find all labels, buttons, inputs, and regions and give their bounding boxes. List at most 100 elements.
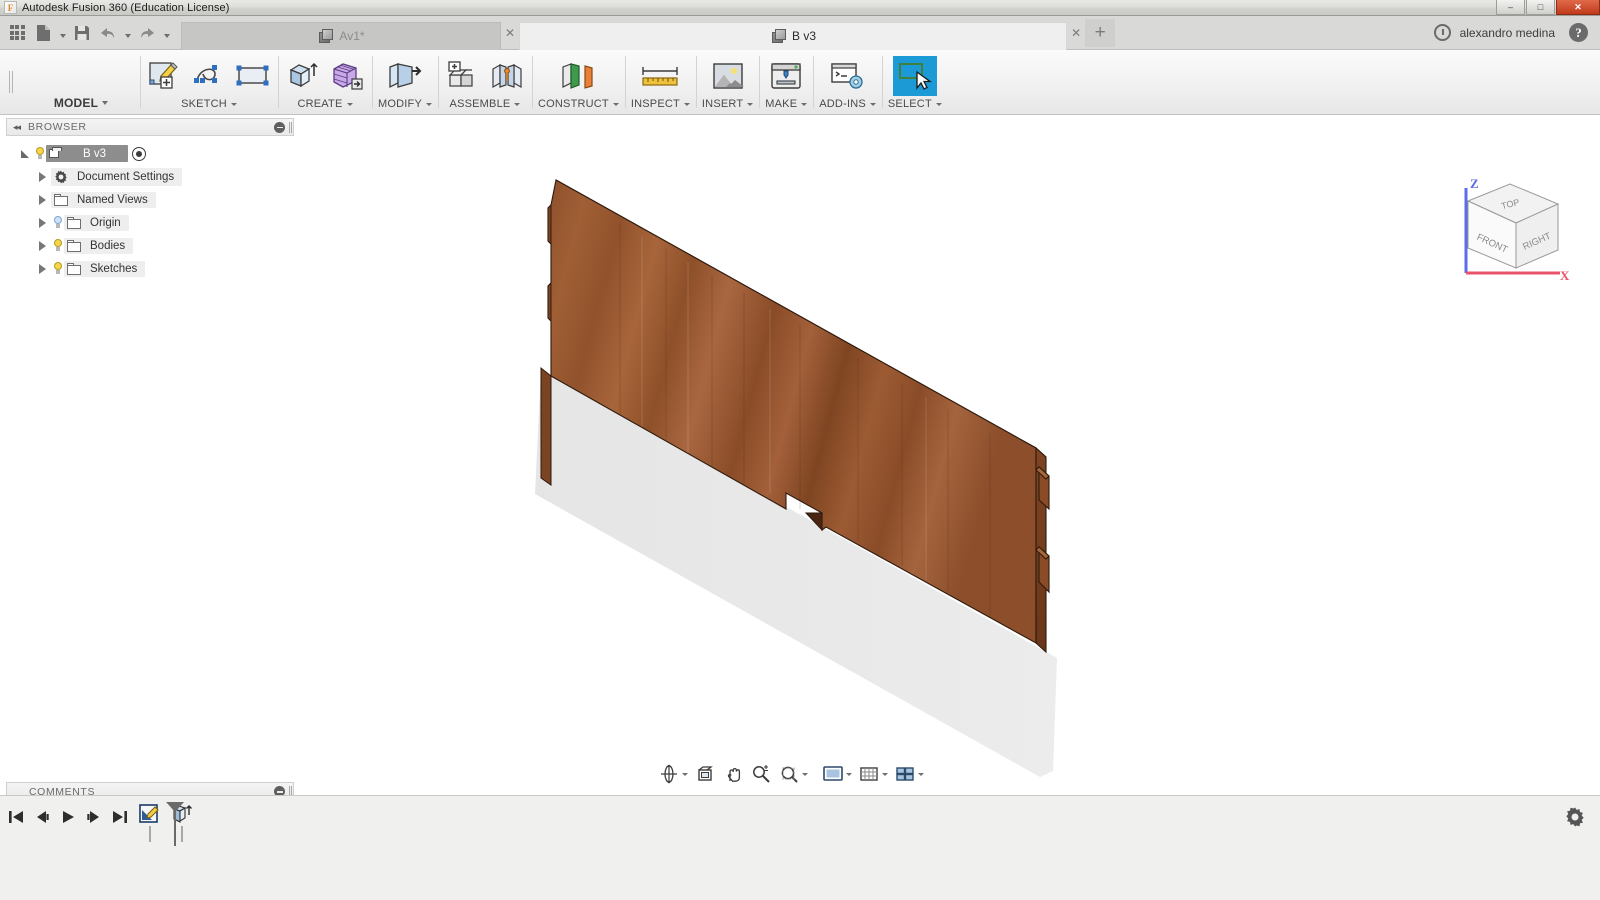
expander-right-icon[interactable]	[34, 217, 51, 228]
save-icon[interactable]	[69, 19, 95, 47]
tree-row-named-views[interactable]: Named Views	[6, 188, 294, 211]
view-cube[interactable]: Z X TOP FRONT RIGHT	[1448, 168, 1578, 288]
display-settings-button[interactable]	[820, 762, 854, 786]
tree-node-named-views[interactable]: Named Views	[51, 191, 156, 208]
account-area: alexandro medina ?	[1425, 16, 1600, 50]
ribbon-panel-label: INSPECT	[630, 98, 680, 110]
ribbon-panel-modify: MODIFY	[372, 50, 438, 114]
grid-snaps-button[interactable]	[856, 762, 890, 786]
close-tab-icon[interactable]: ✕	[501, 27, 519, 39]
expander-down-icon[interactable]	[16, 148, 33, 160]
tree-row-bodies[interactable]: Bodies	[6, 234, 294, 257]
timeline-status-bar	[0, 795, 1600, 900]
browser-resize-grip[interactable]	[289, 121, 290, 133]
tree-row-sketches[interactable]: Sketches	[6, 257, 294, 280]
zoom-window-button[interactable]	[776, 762, 810, 786]
timeline-marker[interactable]	[164, 800, 186, 846]
tree-node-bodies[interactable]: Bodies	[64, 237, 134, 254]
new-document-caret-icon[interactable]	[56, 19, 69, 47]
visibility-bulb-icon[interactable]	[51, 215, 64, 230]
app-grid-icon[interactable]	[4, 19, 30, 47]
3d-print-icon[interactable]	[767, 57, 805, 95]
go-to-end-icon[interactable]	[108, 804, 132, 830]
redo-caret-icon[interactable]	[160, 19, 173, 47]
ribbon-panel-label: CONSTRUCT	[537, 98, 609, 110]
tree-row-document-settings[interactable]: Document Settings	[6, 165, 294, 188]
go-to-beginning-icon[interactable]	[4, 804, 28, 830]
tree-node-document-settings[interactable]: Document Settings	[51, 167, 183, 186]
fusion360-window: F Autodesk Fusion 360 (Education License…	[0, 0, 1600, 900]
zoom-button[interactable]	[748, 762, 774, 786]
clock-icon[interactable]	[1433, 24, 1451, 41]
folder-icon	[67, 239, 81, 252]
visibility-bulb-icon[interactable]	[51, 238, 64, 253]
collapse-browser-icon[interactable]: ◂◂	[13, 122, 21, 133]
ribbon-panel-label: CREATE	[297, 98, 343, 110]
joint-icon[interactable]	[488, 57, 526, 95]
pattern-box-icon[interactable]	[328, 57, 366, 95]
expander-right-icon[interactable]	[34, 240, 51, 251]
help-icon[interactable]: ?	[1569, 23, 1588, 42]
activate-component-icon[interactable]	[132, 146, 147, 161]
select-window-icon[interactable]	[892, 56, 937, 96]
orbit-caret-icon[interactable]	[682, 772, 688, 776]
ribbon-panel-create: CREATE	[278, 50, 372, 114]
timeline-settings-gear-icon[interactable]	[1564, 806, 1586, 828]
user-name-label[interactable]: alexandro medina	[1460, 26, 1555, 40]
minimize-button[interactable]: –	[1496, 0, 1525, 15]
display-settings-caret-icon[interactable]	[846, 772, 852, 776]
undo-caret-icon[interactable]	[121, 19, 134, 47]
measure-icon[interactable]	[637, 57, 683, 95]
offset-plane-icon[interactable]	[555, 57, 601, 95]
maximize-button[interactable]: □	[1526, 0, 1555, 15]
ribbon-drag-handle[interactable]	[0, 50, 22, 114]
close-button[interactable]: ✕	[1556, 0, 1600, 15]
document-cube-icon	[319, 29, 334, 43]
spline-icon[interactable]	[190, 57, 228, 95]
viewports-caret-icon[interactable]	[918, 772, 924, 776]
browser-minimize-icon[interactable]	[274, 121, 285, 133]
ribbon-panel-assemble: ASSEMBLE	[437, 50, 532, 114]
tree-row-root[interactable]: B v3	[6, 142, 294, 165]
grid-snaps-icon	[858, 763, 880, 785]
new-document-icon[interactable]	[30, 19, 56, 47]
tree-node-label: Document Settings	[77, 170, 175, 183]
visibility-bulb-icon[interactable]	[33, 146, 46, 161]
ribbon-panel-label: MAKE	[765, 98, 798, 110]
step-back-icon[interactable]	[30, 804, 54, 830]
ribbon-panel-label: MODIFY	[378, 98, 422, 110]
insert-image-icon[interactable]	[709, 57, 747, 95]
close-tab-icon[interactable]: ✕	[1067, 27, 1085, 39]
new-tab-button[interactable]: +	[1085, 18, 1116, 47]
tree-node-b-v3[interactable]: B v3	[46, 145, 129, 162]
create-sketch-icon[interactable]	[146, 57, 184, 95]
document-tab-inactive[interactable]: Av1*	[181, 21, 501, 50]
scripts-addins-icon[interactable]	[825, 57, 871, 95]
expander-right-icon[interactable]	[34, 263, 51, 274]
undo-icon[interactable]	[95, 19, 121, 47]
viewports-button[interactable]	[892, 762, 926, 786]
orbit-button[interactable]	[656, 762, 690, 786]
timeline-feature-sketch[interactable]	[138, 802, 162, 842]
workspace-selector[interactable]: MODEL	[22, 50, 140, 114]
expander-right-icon[interactable]	[34, 194, 51, 205]
tree-row-origin[interactable]: Origin	[6, 211, 294, 234]
tree-node-label: B v3	[83, 147, 107, 160]
look-at-button[interactable]	[692, 762, 718, 786]
pan-button[interactable]	[720, 762, 746, 786]
extrude-icon[interactable]	[284, 57, 322, 95]
redo-icon[interactable]	[134, 19, 160, 47]
ribbon-panel-insert: INSERT	[695, 50, 759, 114]
step-forward-icon[interactable]	[82, 804, 106, 830]
rectangle-icon[interactable]	[234, 57, 272, 95]
expander-right-icon[interactable]	[34, 171, 51, 182]
tree-node-sketches[interactable]: Sketches	[64, 260, 146, 277]
new-component-icon[interactable]	[444, 57, 482, 95]
grid-snaps-caret-icon[interactable]	[882, 772, 888, 776]
zoom-window-caret-icon[interactable]	[802, 772, 808, 776]
play-icon[interactable]	[56, 804, 80, 830]
press-pull-icon[interactable]	[382, 57, 428, 95]
tree-node-origin[interactable]: Origin	[64, 214, 129, 231]
document-tab-active[interactable]: B v3	[519, 21, 1068, 50]
visibility-bulb-icon[interactable]	[51, 261, 64, 276]
